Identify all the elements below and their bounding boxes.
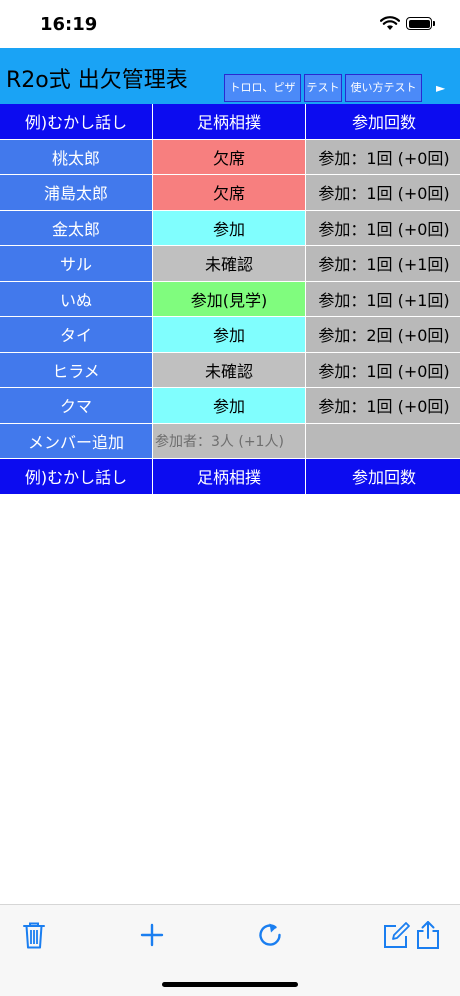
attendance-status[interactable]: 参加 — [153, 388, 305, 423]
tab-tororo-pizza[interactable]: トロロ、ピザ — [224, 74, 301, 102]
member-name[interactable]: ヒラメ — [0, 352, 152, 387]
member-name[interactable]: 金太郎 — [0, 210, 152, 245]
trash-icon[interactable] — [18, 919, 50, 951]
attendance-status[interactable]: 参加 — [153, 317, 305, 352]
column-header-sumo[interactable]: 足柄相撲 — [153, 104, 305, 139]
member-name[interactable]: 桃太郎 — [0, 139, 152, 174]
attendance-count: 参加：2回 (+0回) — [306, 317, 460, 352]
member-name[interactable]: いぬ — [0, 281, 152, 316]
attendance-status[interactable]: 参加(見学) — [153, 281, 305, 316]
column-header-count[interactable]: 参加回数 — [306, 104, 460, 139]
attendance-status[interactable]: 未確認 — [153, 246, 305, 281]
member-name[interactable]: 浦島太郎 — [0, 175, 152, 210]
attendance-status[interactable]: 未確認 — [153, 352, 305, 387]
add-member-button[interactable]: メンバー追加 — [0, 423, 152, 458]
attendance-count: 参加：1回 (+0回) — [306, 210, 460, 245]
attendance-status[interactable]: 欠席 — [153, 139, 305, 174]
attendance-count: 参加：1回 (+0回) — [306, 139, 460, 174]
battery-icon — [406, 17, 432, 30]
member-name[interactable]: タイ — [0, 317, 152, 352]
attendance-table: 例)むかし話し 足柄相撲 参加回数 桃太郎 欠席 参加：1回 (+0回) 浦島太… — [0, 104, 460, 494]
attendance-count: 参加：1回 (+0回) — [306, 175, 460, 210]
tabs-more-arrow-icon[interactable]: ► — [436, 81, 445, 95]
attendance-count: 参加：1回 (+0回) — [306, 388, 460, 423]
member-name[interactable]: クマ — [0, 388, 152, 423]
footer-count[interactable]: 参加回数 — [306, 459, 460, 494]
attendance-count: 参加：1回 (+1回) — [306, 281, 460, 316]
footer-event[interactable]: 例)むかし話し — [0, 459, 152, 494]
footer-sumo[interactable]: 足柄相撲 — [153, 459, 305, 494]
share-icon[interactable] — [412, 919, 444, 951]
attendance-count: 参加：1回 (+0回) — [306, 352, 460, 387]
tab-test[interactable]: テスト — [304, 74, 342, 102]
member-name[interactable]: サル — [0, 246, 152, 281]
status-bar: 16:19 — [0, 0, 460, 48]
wifi-icon — [380, 16, 400, 30]
attendance-count: 参加：1回 (+1回) — [306, 246, 460, 281]
status-time: 16:19 — [40, 14, 98, 35]
app-header: R2o式 出欠管理表 トロロ、ピザ テスト 使い方テスト ► — [0, 48, 460, 104]
attendance-status[interactable]: 欠席 — [153, 175, 305, 210]
home-indicator — [162, 982, 298, 987]
plus-icon[interactable] — [136, 919, 168, 951]
column-header-event[interactable]: 例)むかし話し — [0, 104, 152, 139]
attendance-status[interactable]: 参加 — [153, 210, 305, 245]
refresh-icon[interactable] — [254, 919, 286, 951]
page-title: R2o式 出欠管理表 — [6, 68, 188, 93]
participants-summary: 参加者：3人 (+1人) — [153, 423, 305, 458]
tab-usage-test[interactable]: 使い方テスト — [345, 74, 422, 102]
summary-empty-cell — [306, 423, 460, 458]
compose-icon[interactable] — [380, 919, 412, 951]
